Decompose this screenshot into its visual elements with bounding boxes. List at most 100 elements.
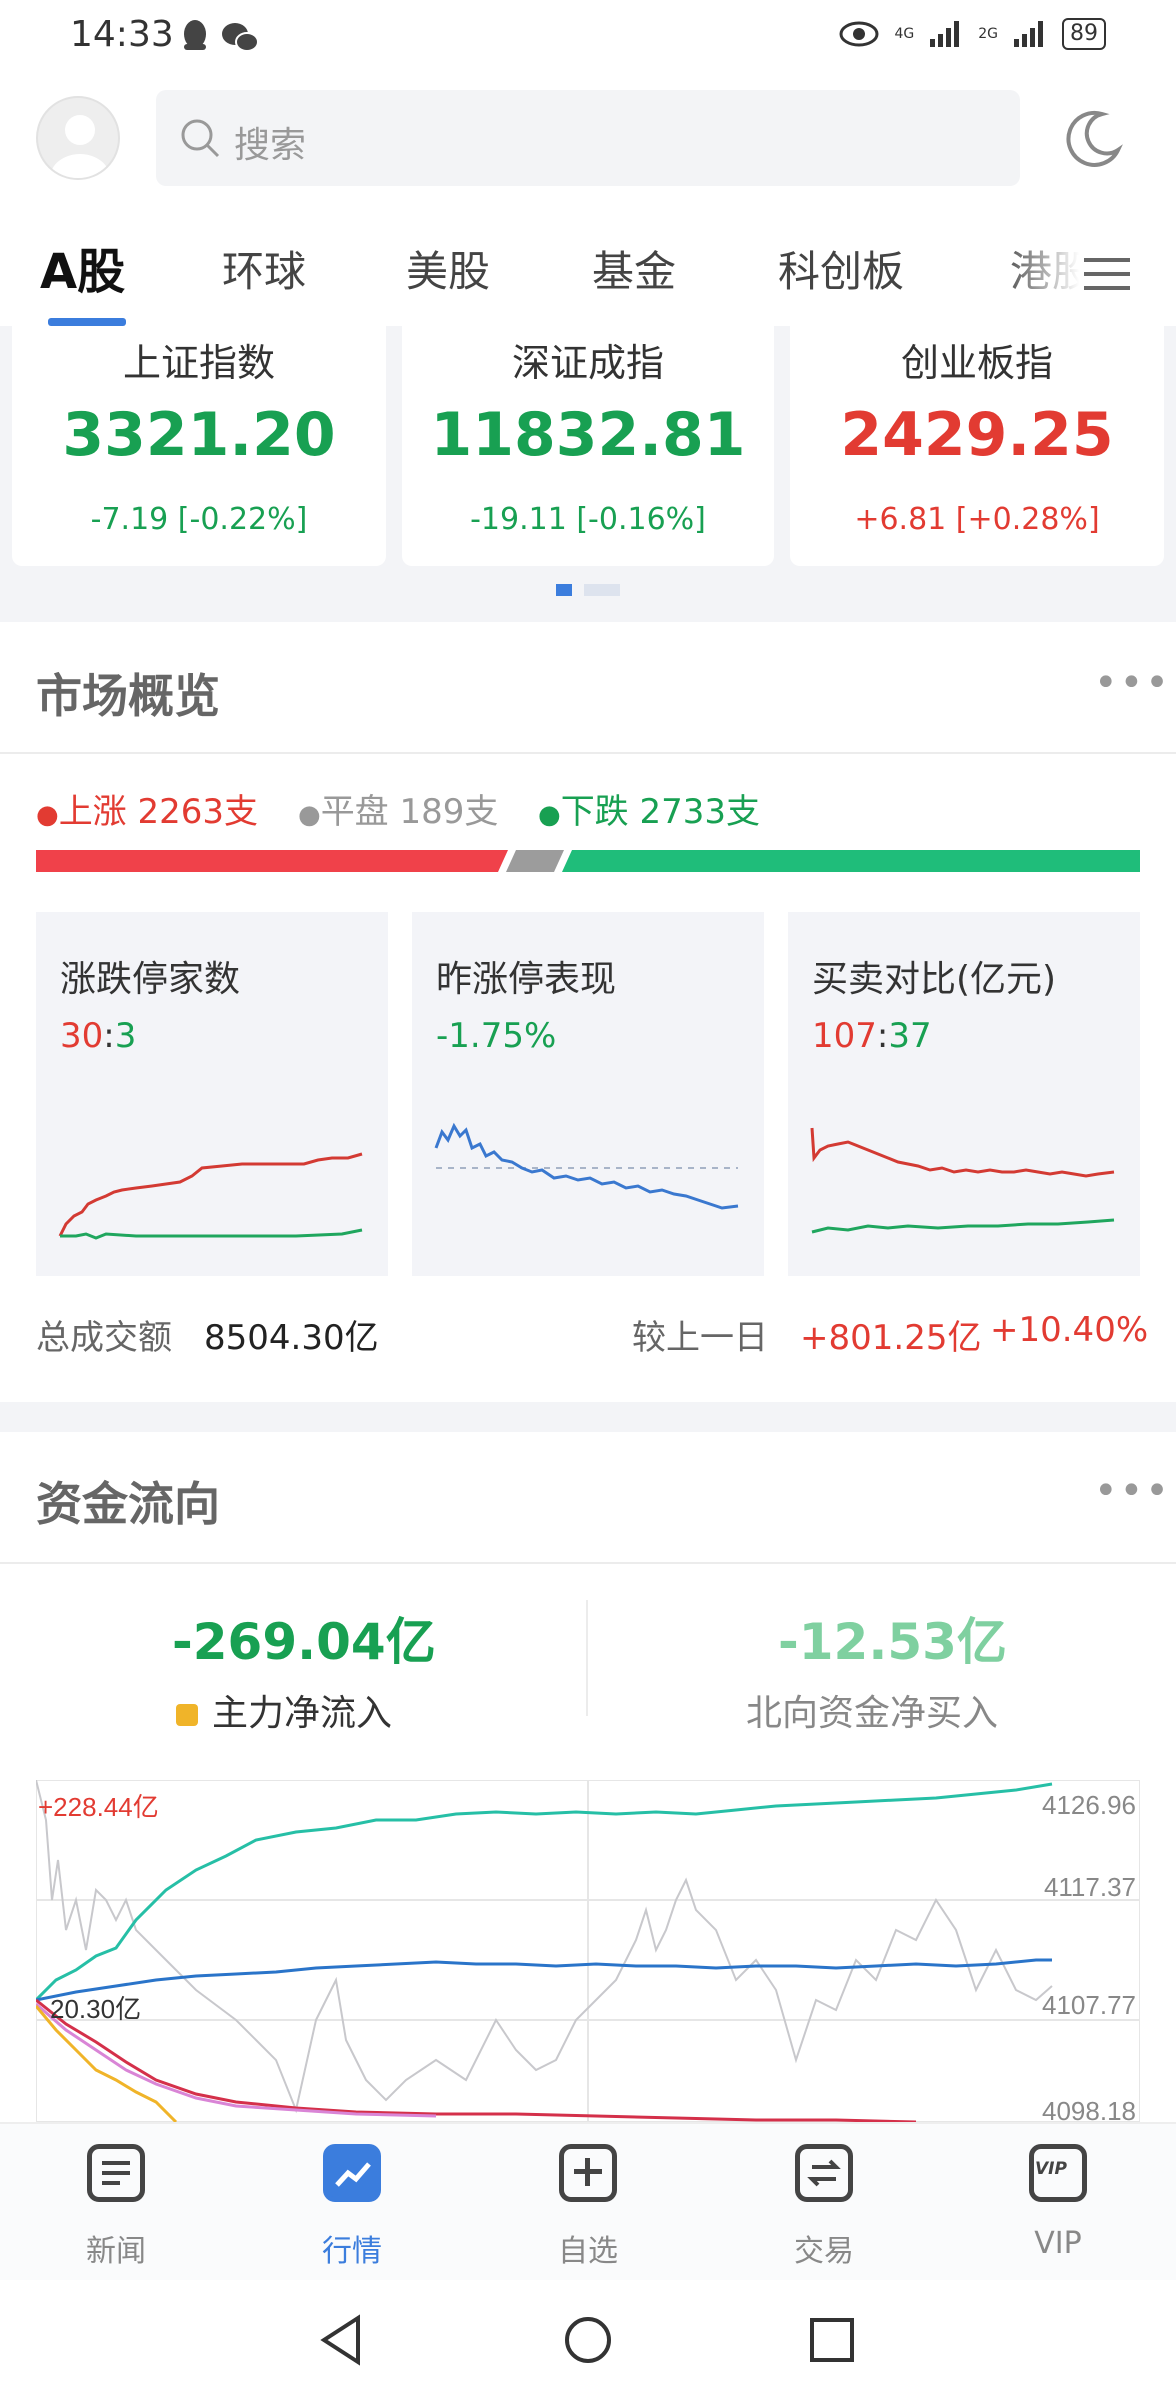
- y-tick-label: 4117.37: [1044, 1872, 1136, 1902]
- index-change: -19.11 [-0.16%]: [470, 502, 706, 537]
- card-value: 30:3: [60, 1016, 136, 1056]
- tab-global[interactable]: 环球: [222, 238, 306, 299]
- main-net-inflow-value: -269.04亿: [172, 1613, 436, 1671]
- divider: [0, 752, 1176, 754]
- status-bar: 14:33 4G 2G 89: [0, 0, 1176, 74]
- nav-trade[interactable]: 交易: [754, 2144, 894, 2270]
- net-type-1: 4G: [894, 26, 915, 42]
- buy-sell-card[interactable]: 买卖对比(亿元) 107:37: [788, 912, 1140, 1276]
- wechat-icon: [222, 23, 259, 52]
- eye-icon: [839, 21, 879, 47]
- nav-label: 交易: [794, 2234, 854, 2269]
- back-icon[interactable]: [318, 2314, 364, 2366]
- main-net-inflow-label: 主力净流入: [176, 1684, 392, 1736]
- vertical-divider: [586, 1600, 588, 1716]
- recents-icon[interactable]: [808, 2316, 856, 2364]
- legend-down-text: 下跌 2733支: [560, 792, 761, 832]
- index-card-shenzhen[interactable]: 深证成指 11832.81 -19.11 [-0.16%]: [402, 326, 774, 566]
- divider: [0, 1562, 1176, 1564]
- signal-icon: [930, 21, 960, 47]
- compare-label: 较上一日: [632, 1318, 768, 1358]
- yesterday-limit-chart: [434, 1122, 739, 1210]
- yesterday-limit-card[interactable]: 昨涨停表现 -1.75%: [412, 912, 764, 1276]
- y-tick-label: 4107.77: [1042, 1990, 1136, 2020]
- card-title: 买卖对比(亿元): [812, 959, 1057, 1000]
- tab-star-market[interactable]: 科创板: [778, 238, 904, 299]
- main-label-text: 主力净流入: [212, 1693, 393, 1734]
- legend-flat-text: 平盘 189支: [320, 792, 499, 832]
- search-placeholder: 搜索: [234, 125, 307, 166]
- index-value: 11832.81: [430, 400, 746, 470]
- index-change: +6.81 [+0.28%]: [854, 502, 1100, 537]
- active-tab-indicator: [48, 318, 126, 326]
- nav-label: 自选: [558, 2234, 618, 2269]
- avatar[interactable]: [36, 96, 120, 180]
- y-tick-label: 4126.96: [1042, 1790, 1136, 1820]
- index-name: 创业板指: [900, 341, 1053, 385]
- card-title: 昨涨停表现: [436, 959, 617, 1000]
- exchange-icon: [795, 2144, 853, 2202]
- legend-up-text: 上涨 2263支: [58, 792, 259, 832]
- breadth-bar-down: [562, 850, 1140, 872]
- turnover-value: 8504.30亿: [204, 1318, 379, 1358]
- nav-news[interactable]: 新闻: [46, 2144, 186, 2270]
- status-time: 14:33: [70, 14, 174, 55]
- buy-amount: 107: [812, 1016, 877, 1056]
- index-name: 上证指数: [122, 341, 275, 385]
- status-icons: 4G 2G 89: [838, 18, 1106, 50]
- limit-count-chart: [58, 1152, 363, 1240]
- index-card-chinext[interactable]: 创业板指 2429.25 +6.81 [+0.28%]: [790, 326, 1164, 566]
- chart-mid-label: 20.30亿: [50, 1994, 141, 2024]
- market-tabs: A股 环球 美股 基金 科创板 港股: [0, 214, 1176, 326]
- more-icon[interactable]: •••: [1094, 660, 1171, 706]
- trend-icon: [335, 2162, 371, 2187]
- card-value: 107:37: [812, 1016, 932, 1056]
- tab-us-stocks[interactable]: 美股: [406, 238, 490, 299]
- y-tick-label: 4098.18: [1042, 2096, 1136, 2122]
- qq-icon: [184, 20, 206, 50]
- card-title: 涨跌停家数: [60, 959, 241, 1000]
- home-icon[interactable]: [562, 2314, 614, 2366]
- user-icon: [50, 115, 110, 178]
- page-dot: [584, 584, 620, 596]
- legend-up: ●上涨 2263支: [36, 792, 259, 832]
- nav-label: 行情: [322, 2234, 382, 2269]
- legend-swatch: [176, 1704, 198, 1726]
- nav-label: VIP: [1034, 2226, 1082, 2261]
- bottom-nav: 新闻 行情 自选 交易 VIP VIP: [0, 2122, 1176, 2280]
- chart-top-label: +228.44亿: [38, 1792, 159, 1822]
- market-overview-title: 市场概览: [36, 669, 220, 723]
- index-value: 2429.25: [840, 400, 1114, 470]
- buy-sell-chart: [810, 1127, 1115, 1234]
- tab-a-share[interactable]: A股: [40, 232, 125, 302]
- news-icon: [87, 2144, 145, 2202]
- system-nav-bar: [0, 2280, 1176, 2400]
- breadth-bar-up: [36, 850, 508, 872]
- more-icon[interactable]: •••: [1094, 1468, 1171, 1514]
- index-name: 深证成指: [511, 341, 664, 385]
- capital-flow-chart: +228.44亿 20.30亿 4126.96 4117.37 4107.77 …: [36, 1780, 1140, 2122]
- moon-icon[interactable]: [1058, 104, 1128, 174]
- limit-up-count: 30: [60, 1016, 104, 1056]
- legend-down: ●下跌 2733支: [538, 792, 761, 832]
- vip-icon: VIP: [1029, 2144, 1087, 2202]
- header: 搜索: [0, 74, 1176, 204]
- compare-percent: +10.40%: [990, 1310, 1149, 1350]
- tab-funds[interactable]: 基金: [592, 238, 676, 299]
- legend-flat: ●平盘 189支: [298, 792, 499, 832]
- nav-vip[interactable]: VIP VIP: [988, 2144, 1128, 2261]
- nav-market[interactable]: 行情: [282, 2144, 422, 2270]
- breadth-bar-flat: [506, 850, 564, 872]
- signal-icon-2: [1014, 21, 1043, 47]
- nav-watchlist[interactable]: 自选: [518, 2144, 658, 2270]
- limit-count-card[interactable]: 涨跌停家数 30:3: [36, 912, 388, 1276]
- index-card-shanghai[interactable]: 上证指数 3321.20 -7.19 [-0.22%]: [12, 326, 386, 566]
- card-value: -1.75%: [436, 1016, 557, 1056]
- northbound-label: 北向资金净买入: [746, 1693, 999, 1734]
- turnover-label: 总成交额: [36, 1318, 172, 1358]
- search-input[interactable]: 搜索: [156, 90, 1020, 186]
- search-icon: [181, 119, 220, 158]
- limit-down-count: 3: [114, 1016, 137, 1056]
- menu-icon[interactable]: [1084, 254, 1130, 294]
- sell-amount: 37: [888, 1016, 932, 1056]
